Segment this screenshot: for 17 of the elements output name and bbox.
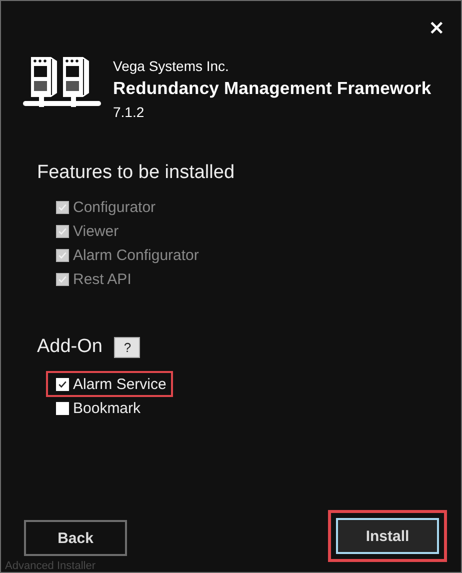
checkbox-label: Alarm Configurator	[73, 246, 199, 264]
install-button[interactable]: Install	[336, 518, 439, 554]
help-button[interactable]: ?	[114, 336, 140, 358]
installer-brand: Advanced Installer	[5, 560, 96, 572]
checkbox-label: Alarm Service	[73, 376, 166, 392]
section-heading: Features to be installed	[37, 162, 236, 184]
back-button[interactable]: Back	[24, 520, 127, 556]
section-heading: Add-On	[37, 336, 102, 358]
close-button[interactable]: ×	[426, 17, 447, 37]
checkbox-label: Viewer	[73, 222, 119, 240]
product-title: Redundancy Management Framework	[113, 78, 432, 99]
checkbox[interactable]	[56, 402, 69, 414]
checkbox-label: Bookmark	[73, 400, 141, 416]
version-label: 7.1.2	[113, 104, 146, 120]
checkbox-label: Configurator	[73, 198, 156, 216]
checkbox-label: Rest API	[73, 270, 132, 288]
company-name: Vega Systems Inc.	[113, 58, 230, 74]
